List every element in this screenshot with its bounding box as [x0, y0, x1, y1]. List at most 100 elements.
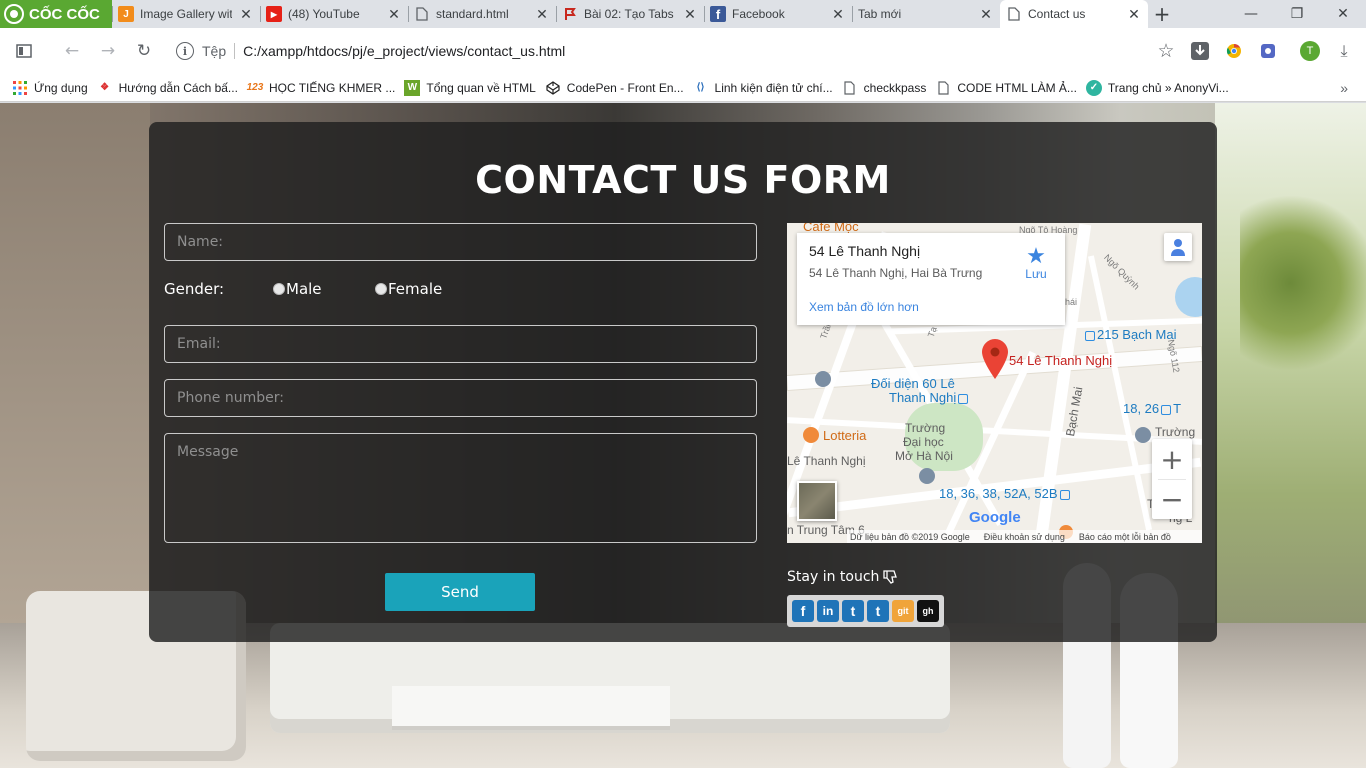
school-poi-icon[interactable] — [815, 371, 831, 387]
bookmark-anonyvi[interactable]: ✓ Trang chủ » AnonyVi... — [1085, 79, 1238, 96]
report-error-link[interactable]: Báo cáo một lỗi bản đồ — [1079, 532, 1171, 542]
map-label: Lotteria — [823, 428, 867, 443]
reload-button[interactable]: ↻ — [126, 33, 162, 69]
map-embed[interactable]: Cafe Mộc Ngõ Tô Hoàng Ngõ Quỳnh Ngõ 112 … — [787, 223, 1202, 543]
gender-label: Gender: — [164, 280, 225, 298]
tab-new-tab[interactable]: Tab mới ✕ — [852, 0, 1000, 28]
arrow-right-icon: → — [100, 41, 116, 61]
star-icon: ★ — [1026, 243, 1046, 268]
close-icon[interactable]: ✕ — [682, 6, 698, 22]
browser-brand: CỐC CỐC — [29, 5, 100, 23]
zoom-in-button[interactable]: + — [1152, 439, 1192, 479]
bookmarks-overflow-button[interactable]: » — [1340, 80, 1348, 96]
map-pin-label: 54 Lê Thanh Nghị — [1009, 353, 1113, 368]
new-tab-button[interactable]: + — [1148, 0, 1176, 28]
close-icon[interactable]: ✕ — [238, 6, 254, 22]
chip-icon: ⟨⟩ — [696, 82, 705, 93]
message-textarea[interactable] — [164, 433, 757, 543]
minimize-button[interactable]: — — [1228, 0, 1274, 28]
tab-title: Image Gallery wit — [140, 7, 232, 21]
bookmark-hoc-tieng-khmer[interactable]: 123 HỌC TIẾNG KHMER ... — [247, 80, 404, 96]
school-poi-icon[interactable] — [1135, 427, 1151, 443]
browser-logo[interactable]: CỐC CỐC — [0, 0, 112, 28]
bookmark-linh-kien[interactable]: ⟨⟩ Linh kiện điện tử chí... — [693, 80, 842, 96]
radio-label: Male — [286, 280, 322, 298]
download-extension-button[interactable] — [1184, 35, 1216, 67]
map-lake — [1175, 277, 1202, 317]
downloads-button[interactable]: ⤓ — [1328, 35, 1360, 67]
tab-image-gallery[interactable]: J Image Gallery wit ✕ — [112, 0, 260, 28]
profile-button[interactable]: T — [1294, 35, 1326, 67]
phone-input[interactable] — [164, 379, 757, 417]
back-button[interactable]: ← — [54, 33, 90, 69]
terms-link[interactable]: Điều khoản sử dụng — [984, 532, 1065, 542]
tab-bai-02[interactable]: Bài 02: Tạo Tabs b ✕ — [556, 0, 704, 28]
save-label: Lưu — [1025, 267, 1047, 281]
close-icon[interactable]: ✕ — [534, 6, 550, 22]
url-text[interactable]: C:/xampp/htdocs/pj/e_project/views/conta… — [243, 43, 565, 59]
gender-option-female[interactable]: Female — [375, 280, 442, 298]
flag-favicon-icon — [562, 6, 578, 22]
sidebar-icon — [16, 44, 32, 58]
close-icon[interactable]: ✕ — [386, 6, 402, 22]
close-icon[interactable]: ✕ — [1126, 6, 1142, 22]
twitter-icon[interactable]: t — [842, 600, 864, 622]
github-icon[interactable]: gh — [917, 600, 939, 622]
facebook-icon[interactable]: f — [792, 600, 814, 622]
download-box-icon — [1191, 42, 1209, 60]
zoom-out-button[interactable]: − — [1152, 479, 1192, 519]
send-button[interactable]: Send — [385, 573, 535, 611]
tab-title: Facebook — [732, 7, 785, 21]
forward-button[interactable]: → — [90, 33, 126, 69]
map-label-bus-stop: Thanh Nghị — [889, 390, 970, 405]
male-radio[interactable] — [273, 283, 285, 295]
git-icon[interactable]: git — [892, 600, 914, 622]
female-radio[interactable] — [375, 283, 387, 295]
bookmark-star-button[interactable]: ☆ — [1150, 35, 1182, 67]
reload-icon: ↻ — [136, 41, 152, 61]
close-icon[interactable]: ✕ — [978, 6, 994, 22]
email-input[interactable] — [164, 325, 757, 363]
save-place-button[interactable]: ★ Lưu — [1021, 243, 1051, 282]
bookmark-checkkpass[interactable]: checkkpass — [842, 80, 936, 96]
tumblr-icon[interactable]: t — [867, 600, 889, 622]
sidebar-toggle-button[interactable] — [6, 33, 42, 69]
bookmark-huong-dan[interactable]: ❖ Hướng dẫn Cách bấ... — [97, 80, 247, 96]
satellite-toggle-button[interactable] — [797, 481, 837, 521]
chrome-extension-button[interactable] — [1218, 35, 1250, 67]
restaurant-poi-icon[interactable] — [803, 427, 819, 443]
address-bar[interactable]: i Tệp C:/xampp/htdocs/pj/e_project/views… — [166, 36, 1150, 66]
tab-title: Tab mới — [858, 7, 902, 21]
map-pin-icon[interactable] — [982, 339, 1008, 379]
facebook-favicon-icon: f — [710, 6, 726, 22]
gender-option-male[interactable]: Male — [273, 280, 322, 298]
info-icon[interactable]: i — [176, 42, 194, 60]
scheme-label: Tệp — [202, 43, 236, 59]
tab-strip: CỐC CỐC J Image Gallery wit ✕ ▶ (48) You… — [0, 0, 1366, 28]
map-label: hái — [1065, 297, 1078, 307]
tab-contact-us[interactable]: Contact us ✕ — [1000, 0, 1148, 28]
larger-map-link[interactable]: Xem bản đồ lớn hơn — [809, 300, 919, 314]
maximize-button[interactable]: ❐ — [1274, 0, 1320, 28]
bookmark-code-html[interactable]: CODE HTML LÀM Ả... — [935, 80, 1086, 96]
school-poi-icon[interactable] — [919, 468, 935, 484]
linkedin-icon[interactable]: in — [817, 600, 839, 622]
name-input[interactable] — [164, 223, 757, 261]
toolbar-actions: ☆ T ⤓ — [1150, 35, 1366, 67]
close-window-button[interactable]: ✕ — [1320, 0, 1366, 28]
map-label: Mở Hà Nội — [895, 449, 953, 463]
tab-standard-html[interactable]: standard.html ✕ — [408, 0, 556, 28]
bookmark-codepen[interactable]: CodePen - Front En... — [545, 80, 693, 96]
tab-youtube[interactable]: ▶ (48) YouTube ✕ — [260, 0, 408, 28]
bookmark-apps[interactable]: Ứng dụng — [12, 80, 97, 96]
number-icon: 123 — [246, 82, 264, 93]
puzzle-extension-button[interactable] — [1252, 35, 1284, 67]
tab-facebook[interactable]: f Facebook ✕ — [704, 0, 852, 28]
zoom-divider — [1158, 479, 1186, 480]
street-view-button[interactable] — [1164, 233, 1192, 261]
contact-card: CONTACT US FORM Gender: Male Female Send — [149, 122, 1217, 642]
page-icon — [842, 80, 858, 96]
place-info-card: 54 Lê Thanh Nghị 54 Lê Thanh Nghị, Hai B… — [797, 233, 1065, 325]
bookmark-tong-quan-html[interactable]: W Tổng quan về HTML — [404, 79, 544, 96]
close-icon[interactable]: ✕ — [830, 6, 846, 22]
